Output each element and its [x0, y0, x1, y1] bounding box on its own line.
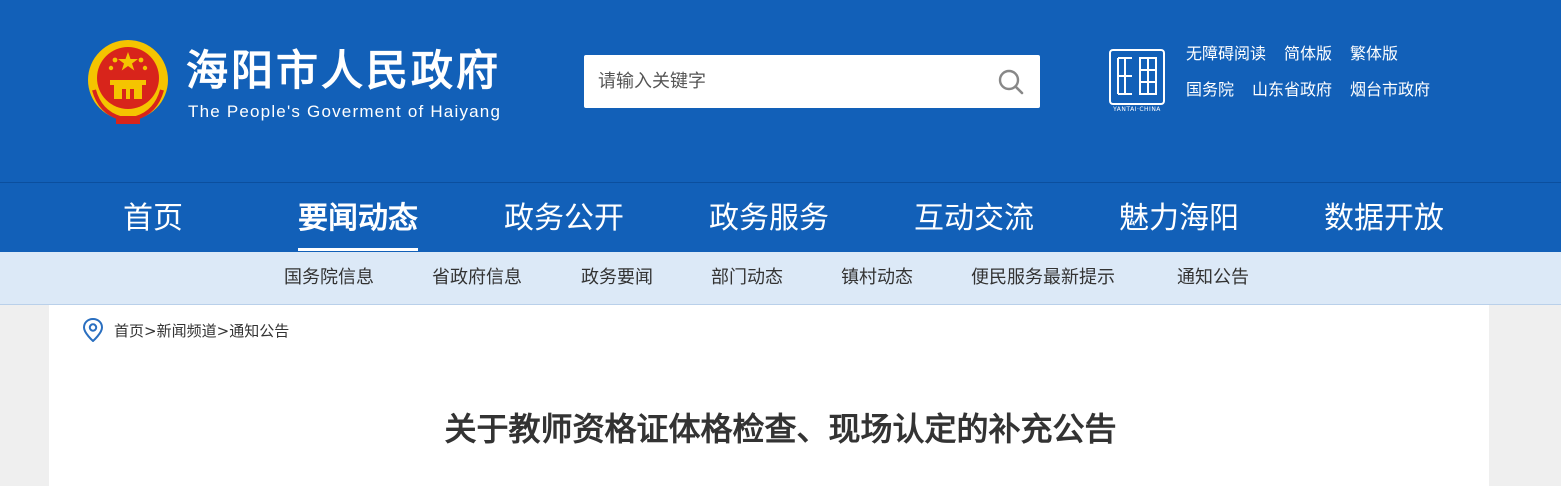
top-links: 无障碍阅读 简体版 繁体版 国务院 山东省政府 烟台市政府 — [1186, 40, 1430, 112]
subnav-item-notices[interactable]: 通知公告 — [1177, 252, 1249, 304]
site-subtitle: The People's Goverment of Haiyang — [188, 102, 502, 121]
search-input[interactable] — [584, 55, 978, 108]
site-header: 海阳市人民政府 The People's Goverment of Haiyan… — [0, 0, 1561, 182]
yantai-seal-logo: YANTAI·CHINA — [1108, 48, 1166, 116]
state-council-link[interactable]: 国务院 — [1186, 76, 1234, 104]
sub-nav: 国务院信息 省政府信息 政务要闻 部门动态 镇村动态 便民服务最新提示 通知公告 — [0, 252, 1561, 305]
site-title: 海阳市人民政府 — [186, 46, 502, 95]
national-emblem-icon[interactable] — [86, 38, 170, 126]
traditional-chinese-link[interactable]: 繁体版 — [1350, 40, 1398, 68]
breadcrumb-separator: > — [216, 322, 230, 340]
nav-item-interaction[interactable]: 互动交流 — [914, 183, 1034, 253]
location-pin-icon — [82, 318, 104, 342]
search-icon[interactable] — [996, 67, 1026, 97]
search-box — [584, 55, 1040, 108]
subnav-item-departments[interactable]: 部门动态 — [711, 252, 783, 304]
nav-item-charm-haiyang[interactable]: 魅力海阳 — [1119, 183, 1239, 253]
nav-item-services[interactable]: 政务服务 — [709, 183, 829, 253]
nav-item-gov-affairs[interactable]: 政务公开 — [504, 183, 624, 253]
subnav-item-provincial[interactable]: 省政府信息 — [432, 252, 522, 304]
seal-caption: YANTAI·CHINA — [1113, 106, 1161, 113]
shandong-gov-link[interactable]: 山东省政府 — [1252, 76, 1332, 104]
breadcrumb-news-channel[interactable]: 新闻频道 — [157, 322, 217, 340]
breadcrumb-home[interactable]: 首页 — [114, 322, 144, 340]
nav-item-news[interactable]: 要闻动态 — [298, 183, 418, 253]
simplified-chinese-link[interactable]: 简体版 — [1284, 40, 1332, 68]
yantai-gov-link[interactable]: 烟台市政府 — [1350, 76, 1430, 104]
breadcrumb-separator: > — [144, 322, 157, 340]
subnav-item-towns[interactable]: 镇村动态 — [841, 252, 913, 304]
breadcrumb: 首页>新闻频道>通知公告 — [114, 320, 289, 341]
subnav-item-public-service[interactable]: 便民服务最新提示 — [971, 252, 1115, 304]
nav-item-home[interactable]: 首页 — [123, 183, 183, 253]
accessibility-link[interactable]: 无障碍阅读 — [1186, 40, 1266, 68]
article-title: 关于教师资格证体格检查、现场认定的补充公告 — [444, 410, 1117, 448]
subnav-item-state-council[interactable]: 国务院信息 — [284, 252, 374, 304]
subnav-item-gov-news[interactable]: 政务要闻 — [581, 252, 653, 304]
main-nav: 首页 要闻动态 政务公开 政务服务 互动交流 魅力海阳 数据开放 — [0, 182, 1561, 253]
nav-item-open-data[interactable]: 数据开放 — [1324, 183, 1444, 253]
breadcrumb-notices[interactable]: 通知公告 — [229, 322, 289, 340]
